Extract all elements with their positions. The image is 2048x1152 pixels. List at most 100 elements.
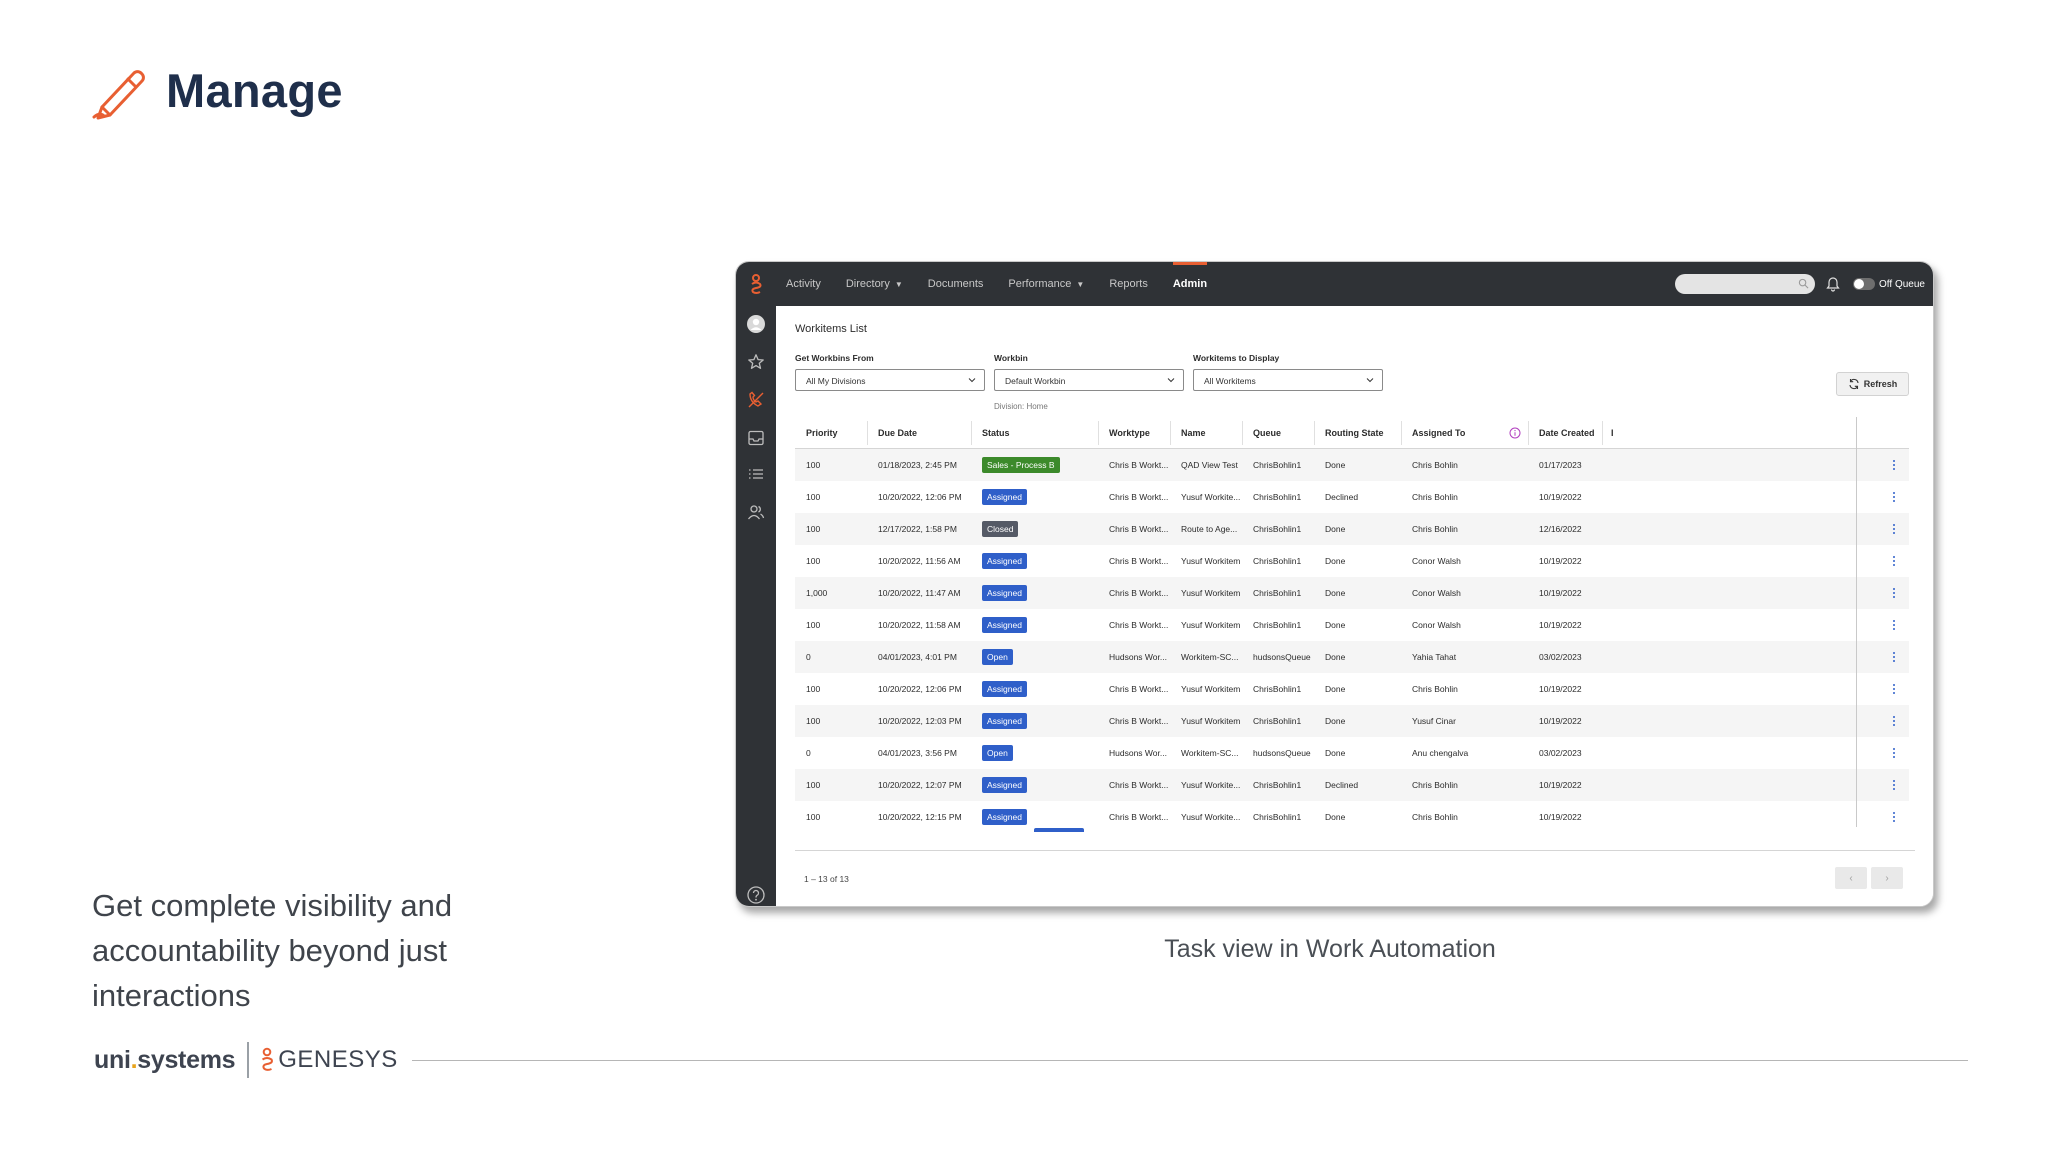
nav-performance-label: Performance <box>1008 278 1072 290</box>
table-row[interactable]: 0 04/01/2023, 3:56 PM Open Hudsons Wor... Wo… <box>795 737 1909 769</box>
cell-created: 10/19/2022 <box>1539 588 1582 598</box>
main-nav: Activity Directory ▼ Documents Performanc… <box>786 262 1232 306</box>
table-row[interactable]: 100 10/20/2022, 12:03 PM Assigned Chris B W… <box>795 705 1909 737</box>
cell-created: 12/16/2022 <box>1539 524 1582 534</box>
avatar[interactable] <box>746 314 766 334</box>
column-divider <box>1170 421 1171 445</box>
workbins-from-select[interactable]: All My Divisions <box>795 369 985 391</box>
table-row[interactable]: 100 10/20/2022, 12:15 PM Assigned Chris B W… <box>795 801 1909 833</box>
more-vertical-icon[interactable] <box>1892 555 1896 567</box>
table-row[interactable]: 0 04/01/2023, 4:01 PM Open Hudsons Wor... Wo… <box>795 641 1909 673</box>
workbin-select[interactable]: Default Workbin <box>994 369 1184 391</box>
table-row[interactable]: 100 10/20/2022, 12:06 PM Assigned Chris B W… <box>795 673 1909 705</box>
cell-worktype: Chris B Workt... <box>1109 492 1169 502</box>
search-input[interactable] <box>1675 274 1816 294</box>
cell-assigned: Yusuf Cinar <box>1412 716 1456 726</box>
phone-icon[interactable] <box>746 390 766 410</box>
cell-priority: 100 <box>806 460 821 470</box>
cell-name: Workitem-SC... <box>1181 748 1239 758</box>
col-assigned-to[interactable]: Assigned To <box>1412 428 1465 438</box>
cell-assigned: Chris Bohlin <box>1412 780 1458 790</box>
pager-prev-button[interactable]: ‹ <box>1835 867 1867 889</box>
col-due-date[interactable]: Due Date <box>878 428 917 438</box>
table-row[interactable]: 100 01/18/2023, 2:45 PM Sales - Process B C… <box>795 449 1909 481</box>
workbin-value: Default Workbin <box>1005 376 1066 386</box>
col-date-created[interactable]: Date Created <box>1539 428 1595 438</box>
pager-next-button[interactable]: › <box>1871 867 1903 889</box>
people-icon[interactable] <box>746 502 766 522</box>
status-badge: Sales - Process B <box>982 457 1060 473</box>
slide-title: Manage <box>166 63 343 117</box>
col-queue[interactable]: Queue <box>1253 428 1281 438</box>
nav-admin[interactable]: Admin <box>1172 262 1208 306</box>
col-routing-state[interactable]: Routing State <box>1325 428 1384 438</box>
cell-assigned: Conor Walsh <box>1412 588 1461 598</box>
more-vertical-icon[interactable] <box>1892 811 1896 823</box>
pencil-icon <box>92 70 145 120</box>
top-right-controls: Off Queue <box>1675 262 1925 306</box>
status-badge: Assigned <box>982 809 1027 825</box>
star-icon[interactable] <box>746 352 766 372</box>
screenshot-caption: Task view in Work Automation <box>1164 935 1496 963</box>
more-vertical-icon[interactable] <box>1892 459 1896 471</box>
more-vertical-icon[interactable] <box>1892 779 1896 791</box>
table-row[interactable]: 100 10/20/2022, 11:56 AM Assigned Chris B W… <box>795 545 1909 577</box>
off-queue-toggle[interactable] <box>1853 278 1876 290</box>
unisystems-logo-part: systems <box>137 1045 236 1074</box>
cell-name: Yusuf Workite... <box>1181 812 1241 822</box>
column-divider <box>1401 421 1402 445</box>
cell-name: QAD View Test <box>1181 460 1238 470</box>
nav-documents-label: Documents <box>927 278 984 290</box>
nav-performance[interactable]: Performance ▼ <box>1008 262 1084 306</box>
more-vertical-icon[interactable] <box>1892 491 1896 503</box>
status-badge-partial <box>1034 828 1084 832</box>
status-badge: Assigned <box>982 713 1027 729</box>
more-vertical-icon[interactable] <box>1892 715 1896 727</box>
col-status[interactable]: Status <box>982 428 1010 438</box>
workitems-display-select[interactable]: All Workitems <box>1193 369 1383 391</box>
more-vertical-icon[interactable] <box>1892 651 1896 663</box>
more-vertical-icon[interactable] <box>1892 587 1896 599</box>
cell-queue: ChrisBohlin1 <box>1253 556 1302 566</box>
more-vertical-icon[interactable] <box>1892 523 1896 535</box>
list-icon[interactable] <box>746 464 766 484</box>
cell-queue: hudsonsQueue <box>1253 748 1311 758</box>
cell-due: 10/20/2022, 12:06 PM <box>878 684 962 694</box>
caret-down-icon: ▼ <box>894 279 903 289</box>
cell-created: 03/02/2023 <box>1539 748 1582 758</box>
genesys-logo-icon[interactable] <box>736 262 776 306</box>
cell-name: Yusuf Workitem <box>1181 556 1241 566</box>
col-priority[interactable]: Priority <box>806 428 838 438</box>
more-vertical-icon[interactable] <box>1892 747 1896 759</box>
refresh-button[interactable]: Refresh <box>1836 372 1909 396</box>
table-row[interactable]: 1,000 10/20/2022, 11:47 AM Assigned Chris B… <box>795 577 1909 609</box>
inbox-icon[interactable] <box>746 428 766 448</box>
bell-icon[interactable] <box>1825 276 1841 292</box>
table-row[interactable]: 100 10/20/2022, 12:06 PM Assigned Chris B W… <box>795 481 1909 513</box>
table-row[interactable]: 100 10/20/2022, 12:07 PM Assigned Chris B W… <box>795 769 1909 801</box>
nav-documents[interactable]: Documents <box>928 262 984 306</box>
col-name[interactable]: Name <box>1181 428 1206 438</box>
col-worktype[interactable]: Worktype <box>1109 428 1150 438</box>
cell-priority: 0 <box>806 652 811 662</box>
caret-down-icon: ▼ <box>1076 279 1085 289</box>
slide: Manage Activity Directory ▼ Documents Per… <box>0 0 2048 1152</box>
col-more[interactable]: I <box>1611 428 1614 438</box>
cell-priority: 100 <box>806 812 821 822</box>
info-icon[interactable] <box>1509 427 1521 439</box>
cell-assigned: Chris Bohlin <box>1412 812 1458 822</box>
nav-directory[interactable]: Directory ▼ <box>846 262 903 306</box>
footer-rule <box>411 1059 1968 1061</box>
cell-created: 10/19/2022 <box>1539 812 1582 822</box>
cell-created: 03/02/2023 <box>1539 652 1582 662</box>
nav-activity[interactable]: Activity <box>786 262 821 306</box>
more-vertical-icon[interactable] <box>1892 619 1896 631</box>
cell-priority: 100 <box>806 684 821 694</box>
help-icon[interactable] <box>746 885 766 905</box>
table-row[interactable]: 100 10/20/2022, 11:58 AM Assigned Chris B W… <box>795 609 1909 641</box>
table-row[interactable]: 100 12/17/2022, 1:58 PM Closed Chris B Work… <box>795 513 1909 545</box>
more-vertical-icon[interactable] <box>1892 683 1896 695</box>
nav-reports[interactable]: Reports <box>1109 262 1148 306</box>
unisystems-logo: uni.systems <box>94 1045 236 1075</box>
cell-due: 10/20/2022, 11:58 AM <box>878 620 961 630</box>
